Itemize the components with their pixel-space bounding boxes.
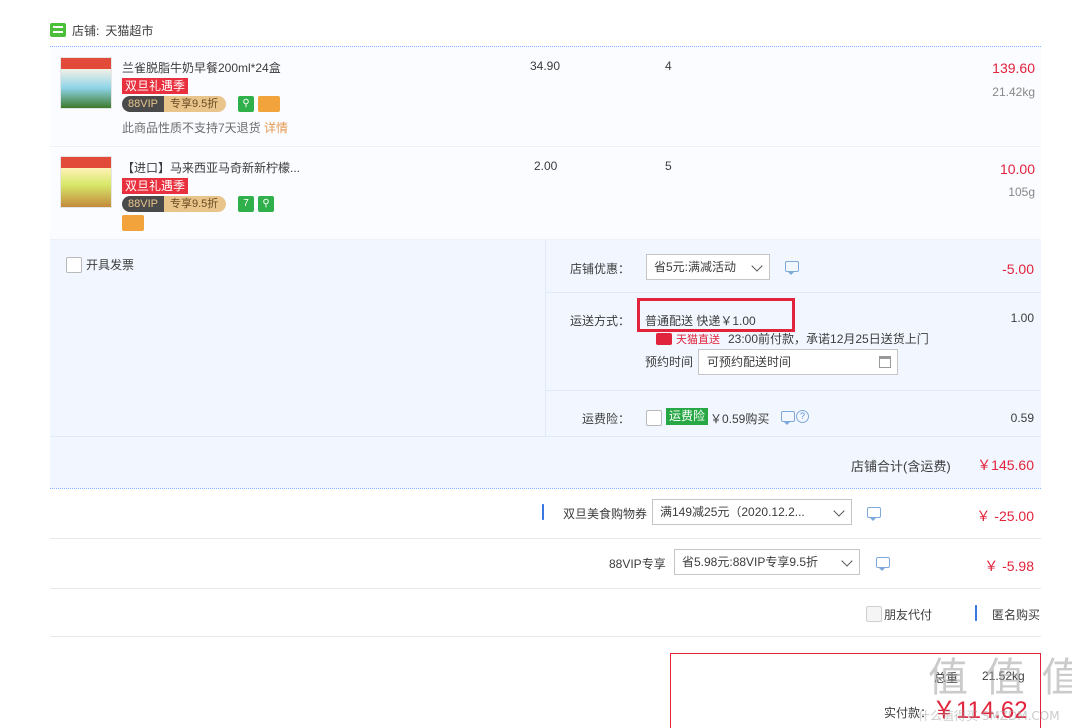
reserve-time-label: 预约时间	[645, 355, 694, 369]
coupon-label: 双旦美食购物券	[563, 507, 648, 521]
anonymous-label: 匿名购买	[992, 608, 1041, 622]
vip-label: 88VIP	[122, 96, 164, 112]
store-discount-select[interactable]: 省5元:满减活动	[646, 254, 770, 280]
quantity: 5	[665, 159, 672, 173]
tmall-direct-tag: 天猫直送	[656, 331, 720, 347]
chevron-down-icon	[751, 260, 763, 272]
divider	[546, 292, 1041, 293]
seven-day-icon: 7	[238, 196, 254, 212]
return-note-text: 此商品性质不支持7天退货	[122, 121, 261, 135]
coupon-amount: ￥ -25.00	[976, 508, 1034, 524]
divider	[546, 390, 1041, 391]
cart-item-1: 兰雀脱脂牛奶早餐200ml*24盒 双旦礼遇季 88VIP 专享9.5折 ⚲ 此…	[50, 47, 1041, 147]
invoice-option[interactable]: 开具发票	[66, 256, 134, 273]
service-icon: ⚲	[238, 96, 254, 112]
shipping-amount: 1.00	[1010, 311, 1034, 325]
item-weight: 105g	[1008, 185, 1035, 199]
shop-header: 店铺: 天猫超市	[50, 20, 153, 40]
store-icon	[50, 23, 66, 37]
coupon-checkbox[interactable]	[542, 504, 544, 520]
store-total-amount: ￥145.60	[977, 457, 1034, 473]
vip-badge: 88VIP 专享9.5折	[122, 196, 227, 212]
return-note: 此商品性质不支持7天退货 详情	[122, 119, 288, 136]
vip-discount: 专享9.5折	[163, 96, 227, 112]
coupon-select[interactable]: 满149减25元（2020.12.2...	[652, 499, 852, 525]
reserve-time-placeholder: 可预约配送时间	[707, 355, 792, 369]
card-icon	[122, 215, 144, 231]
shop-name[interactable]: 天猫超市	[105, 22, 153, 39]
vip-discount-amount: ￥ -5.98	[984, 558, 1034, 574]
friend-pay-label: 朋友代付	[884, 608, 933, 622]
item-subtotal: 10.00	[999, 161, 1035, 177]
calendar-icon[interactable]	[879, 356, 891, 368]
insurance-tag: 运费险	[666, 408, 709, 425]
promo-tag: 双旦礼遇季	[122, 178, 189, 194]
store-discount-label: 店铺优惠：	[570, 262, 631, 276]
details-link[interactable]: 详情	[264, 121, 288, 135]
vip-label: 88VIP	[122, 196, 164, 212]
coupon-value: 满149减25元（2020.12.2...	[660, 505, 805, 519]
message-icon[interactable]	[785, 261, 799, 275]
product-thumbnail[interactable]	[60, 57, 112, 109]
product-thumbnail[interactable]	[60, 156, 112, 208]
message-icon[interactable]	[781, 411, 795, 425]
anonymous-checkbox[interactable]	[975, 605, 977, 621]
invoice-label: 开具发票	[86, 258, 135, 272]
shop-label: 店铺:	[72, 23, 100, 38]
item-weight: 21.42kg	[992, 85, 1035, 99]
vip-discount-value: 省5.98元:88VIP专享9.5折	[682, 555, 819, 569]
unit-price: 34.90	[530, 59, 561, 73]
chevron-down-icon	[841, 555, 853, 567]
divider	[50, 588, 1041, 589]
divider	[50, 488, 1041, 489]
store-total-label: 店铺合计(含运费)	[851, 459, 951, 474]
vip-discount: 专享9.5折	[163, 196, 227, 212]
divider	[545, 240, 546, 436]
insurance-label: 运费险：	[582, 412, 631, 426]
tmall-direct-label: 天猫直送	[676, 334, 720, 346]
store-discount-amount: -5.00	[1002, 261, 1034, 277]
vip-discount-label: 88VIP专享	[609, 557, 666, 571]
cart-item-2: 【进口】马来西亚马奇新新柠檬... 双旦礼遇季 88VIP 专享9.5折 7 ⚲…	[50, 148, 1041, 240]
watermark-text: 什么值得买 SMZDM.COM	[918, 709, 1060, 723]
divider	[50, 436, 1041, 437]
promo-tag: 双旦礼遇季	[122, 78, 189, 94]
truck-icon	[656, 333, 672, 345]
message-icon[interactable]	[867, 507, 881, 521]
watermark-logo: 值 值 值	[928, 655, 1072, 701]
chevron-down-icon	[833, 505, 845, 517]
invoice-checkbox[interactable]	[66, 256, 82, 273]
store-discount-value: 省5元:满减活动	[654, 260, 737, 274]
service-icon: ⚲	[258, 196, 274, 212]
message-icon[interactable]	[876, 557, 890, 571]
quantity: 4	[665, 59, 672, 73]
delivery-promise: 23:00前付款，承诺12月25日送货上门	[728, 332, 929, 346]
shipping-label: 运送方式：	[570, 314, 631, 328]
unit-price: 2.00	[534, 159, 558, 173]
reserve-time-input[interactable]: 可预约配送时间	[698, 349, 898, 375]
insurance-checkbox[interactable]	[646, 410, 662, 426]
product-title[interactable]: 【进口】马来西亚马奇新新柠檬...	[122, 159, 300, 176]
divider	[50, 538, 1041, 539]
product-title[interactable]: 兰雀脱脂牛奶早餐200ml*24盒	[122, 59, 281, 76]
vip-discount-select[interactable]: 省5.98元:88VIP专享9.5折	[674, 549, 860, 575]
insurance-amount: 0.59	[1010, 411, 1034, 425]
vip-badge: 88VIP 专享9.5折	[122, 96, 227, 112]
insurance-price: ￥0.59购买	[710, 412, 770, 426]
friend-pay-checkbox[interactable]	[866, 606, 882, 622]
divider	[50, 636, 1041, 637]
highlight-box	[637, 298, 795, 332]
card-icon	[258, 96, 280, 112]
item-subtotal: 139.60	[992, 60, 1035, 76]
help-icon[interactable]: ?	[796, 410, 809, 423]
